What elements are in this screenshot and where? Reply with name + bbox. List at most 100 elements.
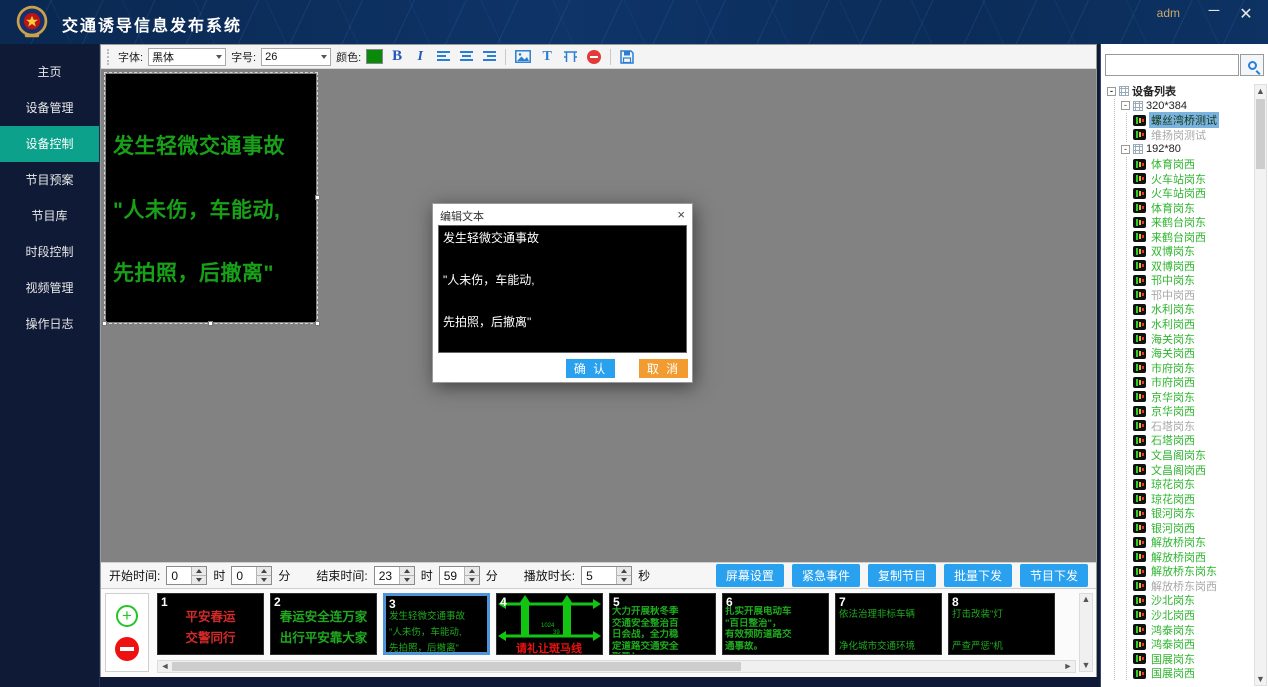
playlist-item-1[interactable]: 1平安春运交警同行 <box>157 593 264 655</box>
device-item-螺丝湾桥测试[interactable]: 螺丝湾桥测试 <box>1133 113 1253 128</box>
tree-collapse-icon[interactable]: - <box>1121 145 1130 154</box>
device-item-文昌阁岗西[interactable]: 文昌阁岗西 <box>1133 462 1253 477</box>
scroll-down-icon[interactable]: ▼ <box>1082 661 1091 670</box>
device-tree-root[interactable]: -设备列表 <box>1103 84 1253 99</box>
duration-stepper[interactable]: 5 <box>581 566 632 585</box>
action-button-屏幕设置[interactable]: 屏幕设置 <box>716 564 784 587</box>
sidebar-item-视频管理[interactable]: 视频管理 <box>0 270 99 306</box>
action-button-节目下发[interactable]: 节目下发 <box>1020 564 1088 587</box>
device-item-海关岗西[interactable]: 海关岗西 <box>1133 346 1253 361</box>
align-right-button[interactable] <box>480 47 498 67</box>
prohibit-button[interactable] <box>585 47 603 67</box>
playlist-item-4[interactable]: 4102439请礼让斑马线 <box>496 593 603 655</box>
device-item-火车站岗东[interactable]: 火车站岗东 <box>1133 171 1253 186</box>
start-hour-stepper[interactable]: 0 <box>166 566 207 585</box>
horizontal-scrollbar[interactable]: ◄ ► <box>157 660 1076 673</box>
save-button[interactable] <box>618 47 636 67</box>
sidebar-item-主页[interactable]: 主页 <box>0 54 99 90</box>
playlist-item-3[interactable]: 3发生轻微交通事故"人未伤，车能动,先拍照，后撤离" <box>383 593 490 655</box>
device-item-双博岗西[interactable]: 双博岗西 <box>1133 259 1253 274</box>
scrollbar-thumb[interactable] <box>1256 99 1265 169</box>
font-select[interactable]: 黑体 <box>148 48 226 66</box>
device-item-市府岗西[interactable]: 市府岗西 <box>1133 375 1253 390</box>
scroll-down-icon[interactable]: ▼ <box>1255 674 1266 684</box>
scrollbar-thumb[interactable] <box>172 662 741 671</box>
confirm-button[interactable]: 确 认 <box>566 359 615 378</box>
device-group-320*384[interactable]: -320*384 <box>1115 99 1253 114</box>
end-hour-stepper[interactable]: 23 <box>374 566 415 585</box>
device-item-鸿泰岗西[interactable]: 鸿泰岗西 <box>1133 637 1253 652</box>
search-input[interactable] <box>1105 54 1239 76</box>
device-item-水利岗东[interactable]: 水利岗东 <box>1133 302 1253 317</box>
device-item-银河岗东[interactable]: 银河岗东 <box>1133 506 1253 521</box>
device-item-石塔岗西[interactable]: 石塔岗西 <box>1133 433 1253 448</box>
device-item-维扬岗测试[interactable]: 维扬岗测试 <box>1133 128 1253 143</box>
align-left-button[interactable] <box>434 47 452 67</box>
device-item-双博岗东[interactable]: 双博岗东 <box>1133 244 1253 259</box>
device-item-邗中岗西[interactable]: 邗中岗西 <box>1133 288 1253 303</box>
device-item-国展岗东[interactable]: 国展岗东 <box>1133 651 1253 666</box>
tree-collapse-icon[interactable]: - <box>1107 87 1116 96</box>
scroll-up-icon[interactable]: ▲ <box>1255 86 1266 96</box>
device-item-来鹤台岗东[interactable]: 来鹤台岗东 <box>1133 215 1253 230</box>
stepper-arrows[interactable] <box>399 567 414 584</box>
stepper-arrows[interactable] <box>191 567 206 584</box>
end-minute-stepper[interactable]: 59 <box>439 566 480 585</box>
device-item-京华岗东[interactable]: 京华岗东 <box>1133 389 1253 404</box>
device-item-琼花岗西[interactable]: 琼花岗西 <box>1133 491 1253 506</box>
playlist-vertical-scrollbar[interactable]: ▲ ▼ <box>1079 593 1093 672</box>
cancel-button[interactable]: 取 消 <box>639 359 688 378</box>
led-preview-panel[interactable]: 发生轻微交通事故 "人未伤，车能动, 先拍照，后撤离" <box>106 74 316 322</box>
device-item-鸿泰岗东[interactable]: 鸿泰岗东 <box>1133 622 1253 637</box>
device-item-文昌阁岗东[interactable]: 文昌阁岗东 <box>1133 448 1253 463</box>
playlist-item-2[interactable]: 2春运安全连万家出行平安靠大家 <box>270 593 377 655</box>
resize-handle-bottom-left[interactable] <box>102 321 107 326</box>
tree-vertical-scrollbar[interactable]: ▲ ▼ <box>1254 84 1267 686</box>
italic-button[interactable]: I <box>411 47 429 67</box>
toolbar-grip[interactable] <box>107 49 111 65</box>
device-group-192*80[interactable]: -192*80 <box>1115 142 1253 157</box>
action-button-批量下发[interactable]: 批量下发 <box>944 564 1012 587</box>
sidebar-item-操作日志[interactable]: 操作日志 <box>0 306 99 342</box>
add-program-button[interactable]: + <box>116 605 138 627</box>
playlist-item-5[interactable]: 5大力开展秋冬季交通安全整治百日会战，全力稳定道路交通安全形势！ <box>609 593 716 655</box>
remove-program-button[interactable] <box>115 637 139 661</box>
stepper-arrows[interactable] <box>616 567 631 584</box>
sidebar-item-节目库[interactable]: 节目库 <box>0 198 99 234</box>
resize-handle-bottom-right[interactable] <box>315 321 320 326</box>
device-item-火车站岗西[interactable]: 火车站岗西 <box>1133 186 1253 201</box>
playlist-item-6[interactable]: 6扎实开展电动车"百日整治"，有效预防道路交通事故。 <box>722 593 829 655</box>
insert-image-button[interactable] <box>513 47 533 67</box>
start-minute-stepper[interactable]: 0 <box>231 566 272 585</box>
led-selection[interactable]: 发生轻微交通事故 "人未伤，车能动, 先拍照，后撤离" <box>104 72 318 324</box>
sidebar-item-设备管理[interactable]: 设备管理 <box>0 90 99 126</box>
device-item-体育岗东[interactable]: 体育岗东 <box>1133 200 1253 215</box>
device-item-沙北岗西[interactable]: 沙北岗西 <box>1133 608 1253 623</box>
sidebar-item-设备控制[interactable]: 设备控制 <box>0 126 99 162</box>
resize-handle-bottom[interactable] <box>208 321 213 326</box>
insert-text-button[interactable]: T <box>538 47 556 67</box>
user-menu[interactable]: adm <box>1157 6 1180 20</box>
close-icon[interactable]: ✕ <box>1234 4 1258 24</box>
scroll-up-icon[interactable]: ▲ <box>1082 595 1091 604</box>
device-item-石塔岗东[interactable]: 石塔岗东 <box>1133 419 1253 434</box>
dialog-textarea[interactable]: 发生轻微交通事故 "人未伤，车能动, 先拍照，后撤离" <box>438 225 687 353</box>
minimize-icon[interactable]: ─ <box>1202 2 1226 19</box>
tree-collapse-icon[interactable]: - <box>1121 101 1130 110</box>
device-item-解放桥东岗西[interactable]: 解放桥东岗西 <box>1133 579 1253 594</box>
bold-button[interactable]: B <box>388 47 406 67</box>
scroll-left-icon[interactable]: ◄ <box>158 661 172 672</box>
device-item-国展岗西[interactable]: 国展岗西 <box>1133 666 1253 681</box>
stepper-arrows[interactable] <box>464 567 479 584</box>
font-size-select[interactable]: 26 <box>261 48 331 66</box>
stepper-arrows[interactable] <box>256 567 271 584</box>
resize-handle-right[interactable] <box>315 195 320 200</box>
device-item-解放桥岗西[interactable]: 解放桥岗西 <box>1133 550 1253 565</box>
device-item-水利岗西[interactable]: 水利岗西 <box>1133 317 1253 332</box>
device-item-市府岗东[interactable]: 市府岗东 <box>1133 360 1253 375</box>
align-center-button[interactable] <box>457 47 475 67</box>
device-item-来鹤台岗西[interactable]: 来鹤台岗西 <box>1133 229 1253 244</box>
device-item-解放桥岗东[interactable]: 解放桥岗东 <box>1133 535 1253 550</box>
sidebar-item-时段控制[interactable]: 时段控制 <box>0 234 99 270</box>
device-item-沙北岗东[interactable]: 沙北岗东 <box>1133 593 1253 608</box>
